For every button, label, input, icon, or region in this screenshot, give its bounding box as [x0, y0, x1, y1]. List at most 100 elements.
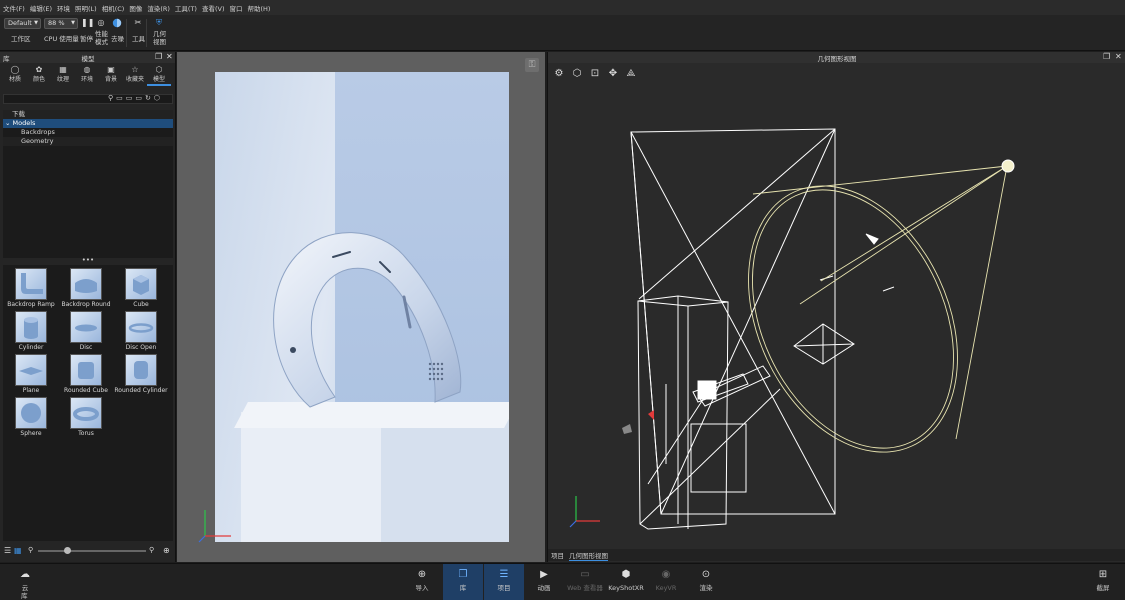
float-window-icon[interactable]: ❐ [1103, 52, 1110, 61]
thumbnail-label: Plane [22, 387, 40, 394]
project-button[interactable]: ☰ 项目 [484, 564, 524, 600]
import-button[interactable]: ⊕ 导入 [402, 564, 442, 600]
thumbnail-label: Backdrop Round [61, 301, 111, 308]
zoom-fit-icon[interactable]: ⊡ [588, 67, 602, 81]
thumbnail-label: Disc [79, 344, 93, 351]
tab-colors[interactable]: ✿ 颜色 [27, 64, 51, 86]
menu-tools[interactable]: 工具(T) [175, 3, 197, 13]
folder-icon[interactable]: ▭ [116, 94, 123, 104]
models-icon[interactable]: ⬡ [154, 94, 160, 104]
thumbnail-cube[interactable]: Cube [114, 267, 168, 309]
tab-geometry-view[interactable]: 几何图形视图 [569, 550, 608, 561]
axes-icon[interactable]: ⟁ [624, 67, 638, 81]
tab-textures[interactable]: ▦ 纹理 [51, 64, 75, 86]
workspace-select[interactable]: Default ▼ [4, 18, 41, 29]
splitter-handle[interactable]: ••• [0, 257, 176, 264]
render-button[interactable]: ⊙ 渲染 [686, 564, 726, 600]
thumbnail-disc[interactable]: Disc [59, 310, 113, 352]
menu-window[interactable]: 窗口 [230, 3, 243, 13]
camera-cube-icon[interactable]: ⬡ [570, 67, 584, 81]
tab-backplates[interactable]: ▣ 背景 [99, 64, 123, 86]
thumbnail-backdrop-ramp[interactable]: Backdrop Ramp [4, 267, 58, 309]
screenshot-button[interactable]: ⊞ 截屏 [1083, 564, 1123, 600]
thumbnail-rounded-cube[interactable]: Rounded Cube [59, 353, 113, 395]
tab-materials[interactable]: ◯ 材质 [3, 64, 27, 86]
menu-help[interactable]: 帮助(H) [248, 3, 271, 13]
move-icon[interactable]: ✥ [606, 67, 620, 81]
download-icon[interactable]: ⊕ [163, 546, 170, 555]
library-footer: ☰ ▦ ⚲ ⚲ ⊕ [0, 545, 176, 558]
disc-preview [70, 311, 102, 343]
library-button[interactable]: ❐ 库 [443, 564, 483, 600]
grid-view-icon[interactable]: ▦ [14, 546, 22, 555]
menu-camera[interactable]: 相机(C) [102, 3, 125, 13]
geometry-view-icon[interactable]: ⛨ [154, 18, 164, 28]
performance-mode-icon[interactable]: ◎ [96, 18, 106, 28]
menu-edit[interactable]: 编辑(E) [30, 3, 52, 13]
toolbar-separator [126, 19, 127, 47]
slider-handle[interactable] [64, 547, 71, 554]
render-icon: ⊙ [701, 569, 711, 580]
zoom-select[interactable]: 88 % ▼ [44, 18, 78, 29]
pause-icon[interactable]: ❚❚ [81, 18, 94, 28]
search-icon[interactable]: ⚲ [108, 94, 113, 104]
performance-label-2: 模式 [95, 38, 108, 46]
folder-remove-icon[interactable]: ▭ [135, 94, 142, 104]
list-view-icon[interactable]: ☰ [4, 546, 11, 555]
close-icon[interactable]: ✕ [166, 52, 173, 61]
thumbnail-label: Backdrop Ramp [7, 301, 55, 308]
thumbnail-sphere[interactable]: Sphere [4, 396, 58, 438]
geometry-wireframe-canvas[interactable] [548, 84, 1125, 547]
animation-button[interactable]: ▶ 动画 [524, 564, 564, 600]
float-window-icon[interactable]: ❐ [155, 52, 162, 61]
tools-label: 工具 [132, 35, 145, 43]
screenshot-icon: ⊞ [1098, 569, 1108, 580]
keyvr-button[interactable]: ◉ KeyVR [646, 564, 686, 600]
tab-project[interactable]: 项目 [551, 550, 564, 560]
thumbnail-torus[interactable]: Torus [59, 396, 113, 438]
folder-add-icon[interactable]: ▭ [126, 94, 133, 104]
tools-icon[interactable]: ✂ [133, 18, 143, 28]
vr-icon: ◉ [661, 569, 671, 580]
menu-file[interactable]: 文件(F) [3, 3, 25, 13]
menu-view[interactable]: 查看(V) [202, 3, 225, 13]
menu-lighting[interactable]: 照明(L) [75, 3, 97, 13]
web-viewer-button[interactable]: ▭ Web 查看器 [564, 564, 606, 600]
menu-environment[interactable]: 环境 [57, 3, 70, 13]
cube-preview [125, 268, 157, 300]
button-label: 库 [459, 584, 467, 592]
monitor-icon: ▭ [580, 569, 590, 580]
tab-models[interactable]: ⬡ 模型 [147, 64, 171, 86]
tree-item-download[interactable]: 下载 [3, 110, 173, 119]
thumbnail-disc-open[interactable]: Disc Open [114, 310, 168, 352]
tab-environments[interactable]: ◍ 环境 [75, 64, 99, 86]
image-icon: ▣ [107, 65, 115, 74]
lock-icon[interactable]: ⚿ [525, 58, 539, 72]
gear-icon[interactable]: ⚙ [552, 67, 566, 81]
thumbnail-size-slider[interactable] [38, 550, 146, 552]
real-time-viewport[interactable]: ⚿ [177, 52, 545, 562]
refresh-icon[interactable]: ↻ [145, 94, 151, 104]
geometry-view-label-2: 视图 [153, 38, 166, 46]
geometry-view-panel: 几何图形视图 ❐ ✕ ⚙ ⬡ ⊡ ✥ ⟁ 项目 几何图形视图 [547, 52, 1125, 562]
thumbnail-rounded-cylinder[interactable]: Rounded Cylinder [114, 353, 168, 395]
geometry-view-header: 几何图形视图 ❐ ✕ [548, 52, 1125, 63]
thumbnail-plane[interactable]: Plane [4, 353, 58, 395]
thumbnail-label: Torus [78, 430, 94, 437]
thumbnail-cylinder[interactable]: Cylinder [4, 310, 58, 352]
menu-image[interactable]: 图像 [129, 3, 142, 13]
zoom-out-icon[interactable]: ⚲ [28, 546, 33, 554]
zoom-in-icon[interactable]: ⚲ [149, 546, 154, 554]
thumbnail-backdrop-round[interactable]: Backdrop Round [59, 267, 113, 309]
close-icon[interactable]: ✕ [1115, 52, 1122, 61]
denoise-icon[interactable] [112, 18, 122, 28]
keyshotxr-button[interactable]: ⬢ KeyShotXR [605, 564, 647, 600]
tree-item-backdrops[interactable]: Backdrops [3, 128, 173, 137]
menu-render[interactable]: 渲染(R) [147, 3, 170, 13]
tree-item-geometry[interactable]: Geometry [3, 137, 173, 146]
button-label: 导入 [415, 584, 429, 592]
thumbnail-label: Sphere [20, 430, 42, 437]
tab-favorites[interactable]: ☆ 收藏夹 [123, 64, 147, 86]
chevron-down-icon: ▼ [34, 20, 38, 26]
tree-item-models[interactable]: ⌄ Models [3, 119, 173, 128]
